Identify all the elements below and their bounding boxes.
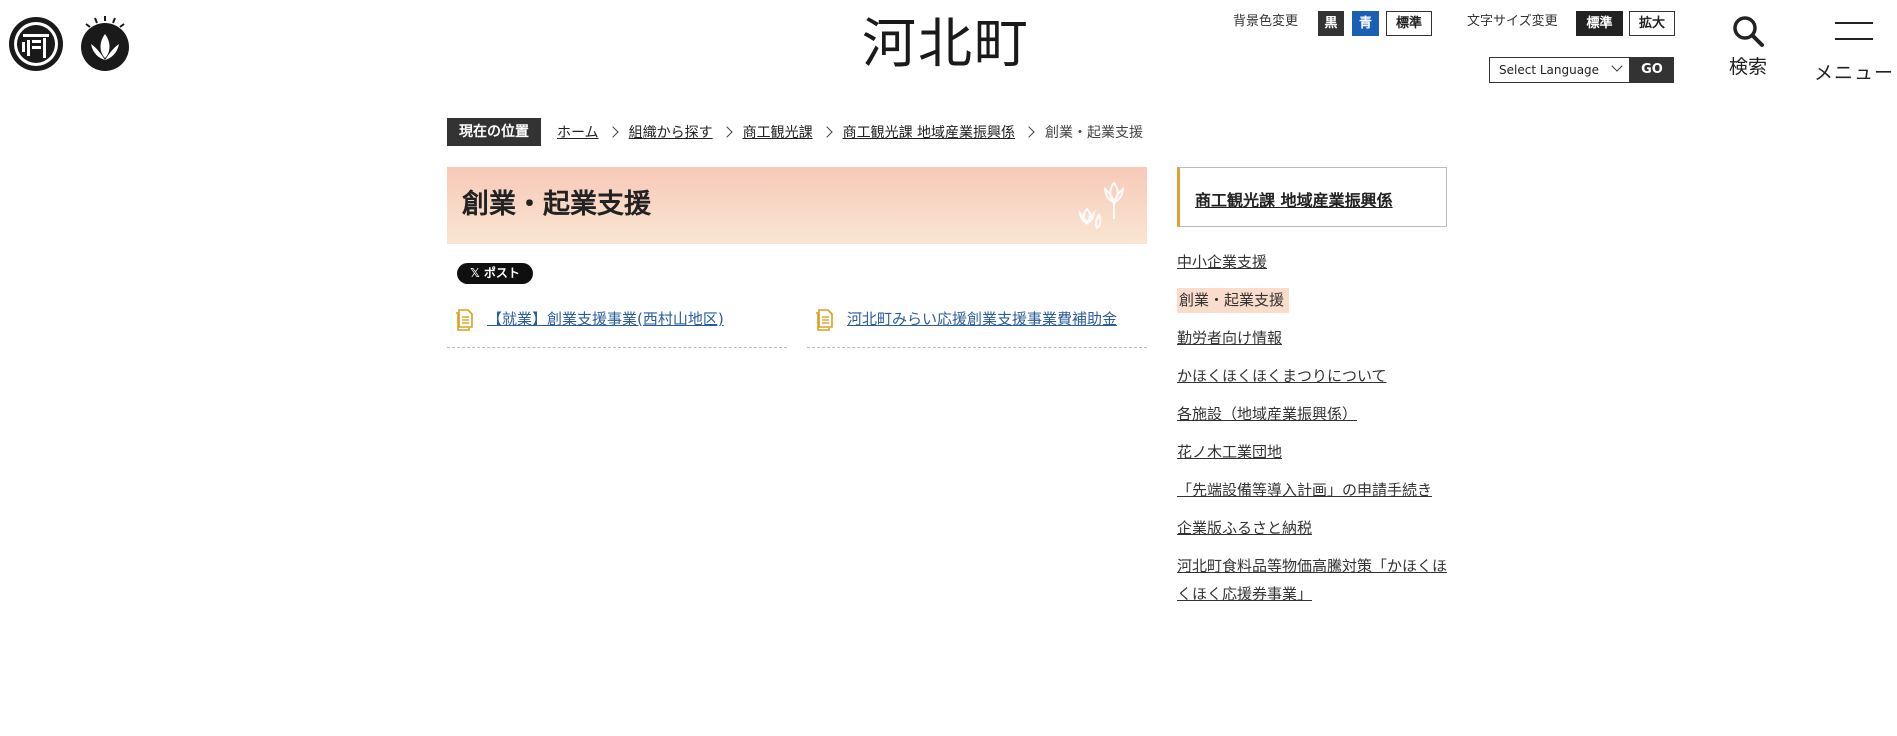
chevron-right-icon xyxy=(606,126,619,138)
font-size-large-button[interactable]: 拡大 xyxy=(1629,11,1675,36)
search-icon xyxy=(1733,16,1764,47)
language-go-button[interactable]: GO xyxy=(1630,57,1674,83)
background-color-label: 背景色変更 xyxy=(1233,14,1299,29)
breadcrumb-industry-promotion[interactable]: 商工観光課 地域産業振興係 xyxy=(843,122,1015,142)
sidebar-item-label[interactable]: 各施設（地域産業振興係） xyxy=(1177,405,1357,423)
doc-link-startup-support-nishimurayama[interactable]: 【就業】創業支援事業(西村山地区) xyxy=(487,309,724,329)
town-emblem-icon[interactable] xyxy=(8,16,64,72)
sidebar-item-label[interactable]: かほくほくほくまつりについて xyxy=(1177,367,1387,385)
sidebar-item-furusato-tax: 企業版ふるさと納税 xyxy=(1177,514,1457,542)
sidebar-item-label[interactable]: 「先端設備等導入計画」の申請手続き xyxy=(1177,481,1432,499)
sidebar-item-label[interactable]: 創業・起業支援 xyxy=(1177,288,1290,313)
font-size-label: 文字サイズ変更 xyxy=(1467,14,1558,29)
chevron-right-icon xyxy=(820,126,833,138)
menu-label: メニュー xyxy=(1813,62,1894,84)
breadcrumb-commerce-tourism[interactable]: 商工観光課 xyxy=(743,122,813,142)
search-label: 検索 xyxy=(1728,56,1767,78)
breadcrumb-current: 創業・起業支援 xyxy=(1045,125,1144,141)
font-size-standard-button[interactable]: 標準 xyxy=(1576,11,1623,36)
flower-decoration-icon xyxy=(1078,181,1125,230)
list-item: 河北町みらい応援創業支援事業費補助金 xyxy=(807,306,1147,348)
bg-standard-button[interactable]: 標準 xyxy=(1386,11,1432,36)
sidebar-item-advanced-equipment: 「先端設備等導入計画」の申請手続き xyxy=(1177,476,1457,504)
sidebar-item-price-relief-coupons: 河北町食料品等物価高騰対策「かほくほくほく応援券事業」 xyxy=(1177,552,1457,608)
sidebar-item-label[interactable]: 中小企業支援 xyxy=(1177,253,1267,271)
page-heading-banner: 創業・起業支援 xyxy=(447,167,1147,244)
sidebar-item-festival: かほくほくほくまつりについて xyxy=(1177,362,1457,390)
x-post-label: ポスト xyxy=(483,266,520,280)
sidebar-item-label[interactable]: 花ノ木工業団地 xyxy=(1177,443,1282,461)
sidebar-item-facilities: 各施設（地域産業振興係） xyxy=(1177,400,1457,428)
document-icon xyxy=(456,309,473,331)
language-select-value: Select Language xyxy=(1499,63,1600,77)
x-post-button[interactable]: 𝕏 ポスト xyxy=(457,263,533,284)
search-button[interactable]: 検索 xyxy=(1722,14,1774,84)
sidebar-item-label[interactable]: 企業版ふるさと納税 xyxy=(1177,519,1312,537)
site-header: 河北町 背景色変更 黒 青 標準 文字サイズ変更 標準 拡大 Select La… xyxy=(0,0,1897,100)
doc-link-mirai-startup-subsidy[interactable]: 河北町みらい応援創業支援事業費補助金 xyxy=(847,309,1117,329)
sidebar-item-industrial-park: 花ノ木工業団地 xyxy=(1177,438,1457,466)
list-item: 【就業】創業支援事業(西村山地区) xyxy=(447,306,787,348)
bg-blue-button[interactable]: 青 xyxy=(1352,11,1379,36)
language-select[interactable]: Select Language xyxy=(1489,57,1630,83)
town-flower-icon[interactable] xyxy=(77,16,133,72)
page-title: 創業・起業支援 xyxy=(462,189,651,220)
breadcrumb-label: 現在の位置 xyxy=(447,118,541,146)
hamburger-icon xyxy=(1835,22,1873,48)
sidebar-heading-link[interactable]: 商工観光課 地域産業振興係 xyxy=(1195,187,1393,211)
sidebar-item-label[interactable]: 河北町食料品等物価高騰対策「かほくほくほく応援券事業」 xyxy=(1177,557,1447,603)
chevron-right-icon xyxy=(720,126,733,138)
bg-black-button[interactable]: 黒 xyxy=(1318,11,1344,36)
x-logo-icon: 𝕏 xyxy=(470,266,484,280)
sidebar-item-label[interactable]: 勤労者向け情報 xyxy=(1177,329,1282,347)
menu-button[interactable]: メニュー xyxy=(1812,14,1896,84)
document-icon xyxy=(816,309,833,331)
breadcrumb-organization[interactable]: 組織から探す xyxy=(629,122,713,142)
sidebar-item-startup-support: 創業・起業支援 xyxy=(1177,286,1457,314)
site-title[interactable]: 河北町 xyxy=(862,10,1030,78)
sidebar-item-worker-info: 勤労者向け情報 xyxy=(1177,324,1457,352)
breadcrumb-home[interactable]: ホーム xyxy=(557,122,599,142)
sidebar-item-sme-support: 中小企業支援 xyxy=(1177,248,1457,276)
sidebar-menu: 中小企業支援 創業・起業支援 勤労者向け情報 かほくほくほくまつりについて 各施… xyxy=(1177,248,1457,618)
chevron-down-icon xyxy=(1611,60,1623,72)
breadcrumb: 現在の位置 ホーム 組織から探す 商工観光課 商工観光課 地域産業振興係 創業・… xyxy=(447,118,1143,146)
sidebar-heading: 商工観光課 地域産業振興係 xyxy=(1177,167,1447,227)
chevron-right-icon xyxy=(1023,126,1035,138)
